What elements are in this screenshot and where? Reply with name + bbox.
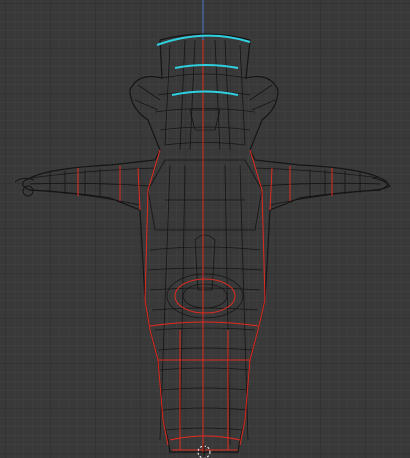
- 3d-viewport[interactable]: [0, 0, 410, 458]
- grid-major: [0, 0, 410, 458]
- viewport-canvas[interactable]: [0, 0, 410, 458]
